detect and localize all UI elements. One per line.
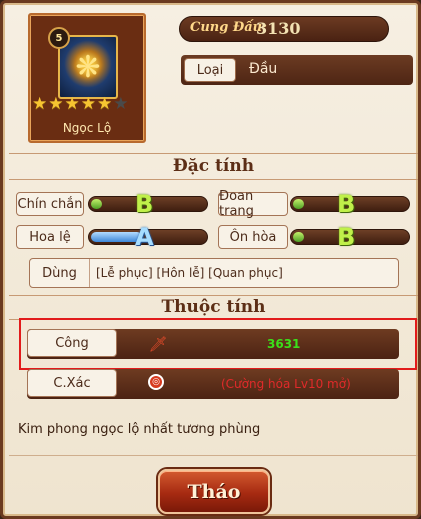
star-icon: ★ — [97, 94, 113, 114]
trait-name-hoa-le: Hoa lệ — [16, 225, 84, 249]
power-value: 3130 — [256, 19, 301, 38]
usage-row: Dùng [Lễ phục] [Hôn lễ] [Quan phục] — [29, 258, 399, 288]
item-star-rating: ★ ★ ★ ★ ★ ★ — [32, 96, 129, 113]
stat-label-cxac: C.Xác — [27, 369, 117, 397]
usage-label: Dùng — [30, 259, 90, 287]
remove-button[interactable]: Tháo — [158, 469, 270, 514]
item-detail-panel: ❋ 5 ★ ★ ★ ★ ★ ★ Ngọc Lộ Cung Đấu: 3130 L… — [0, 0, 421, 519]
item-name: Ngọc Lộ — [62, 121, 112, 135]
star-empty-icon: ★ — [113, 94, 129, 114]
power-bar: Cung Đấu: 3130 — [179, 16, 389, 42]
type-label: Loại — [184, 58, 236, 82]
traits-section-title: Đặc tính — [172, 156, 255, 176]
star-icon: ★ — [80, 94, 96, 114]
target-icon: ◎ — [148, 374, 164, 390]
attributes-section-title: Thuộc tính — [161, 297, 266, 317]
trait-name-doan-trang: Đoan trang — [218, 189, 288, 219]
trait-grade-on-hoa: B — [337, 223, 356, 251]
selection-highlight — [19, 318, 417, 370]
trait-name-chin-chan: Chín chắn — [16, 192, 84, 216]
trait-grade-chin-chan: B — [135, 190, 154, 218]
divider — [9, 295, 418, 296]
divider — [9, 179, 418, 180]
divider — [9, 455, 418, 456]
trait-fill — [293, 199, 304, 209]
item-level: 5 — [55, 32, 63, 44]
star-icon: ★ — [64, 94, 80, 114]
type-value: Đầu — [249, 61, 278, 77]
hair-ornament-icon: ❋ — [75, 49, 101, 85]
usage-value: [Lễ phục] [Hôn lễ] [Quan phục] — [96, 266, 283, 280]
star-icon: ★ — [32, 94, 48, 114]
item-description: Kim phong ngọc lộ nhất tương phùng — [18, 422, 261, 437]
item-card[interactable]: ❋ 5 ★ ★ ★ ★ ★ ★ Ngọc Lộ — [28, 13, 146, 143]
trait-name-on-hoa: Ôn hòa — [218, 225, 288, 249]
item-level-badge: 5 — [48, 27, 70, 49]
stat-value-cxac: (Cường hóa Lv10 mở) — [221, 377, 351, 391]
star-icon: ★ — [48, 94, 64, 114]
trait-grade-doan-trang: B — [337, 190, 356, 218]
divider — [9, 153, 418, 154]
trait-grade-hoa-le: A — [135, 223, 154, 251]
trait-fill — [293, 232, 304, 242]
trait-fill — [91, 199, 102, 209]
